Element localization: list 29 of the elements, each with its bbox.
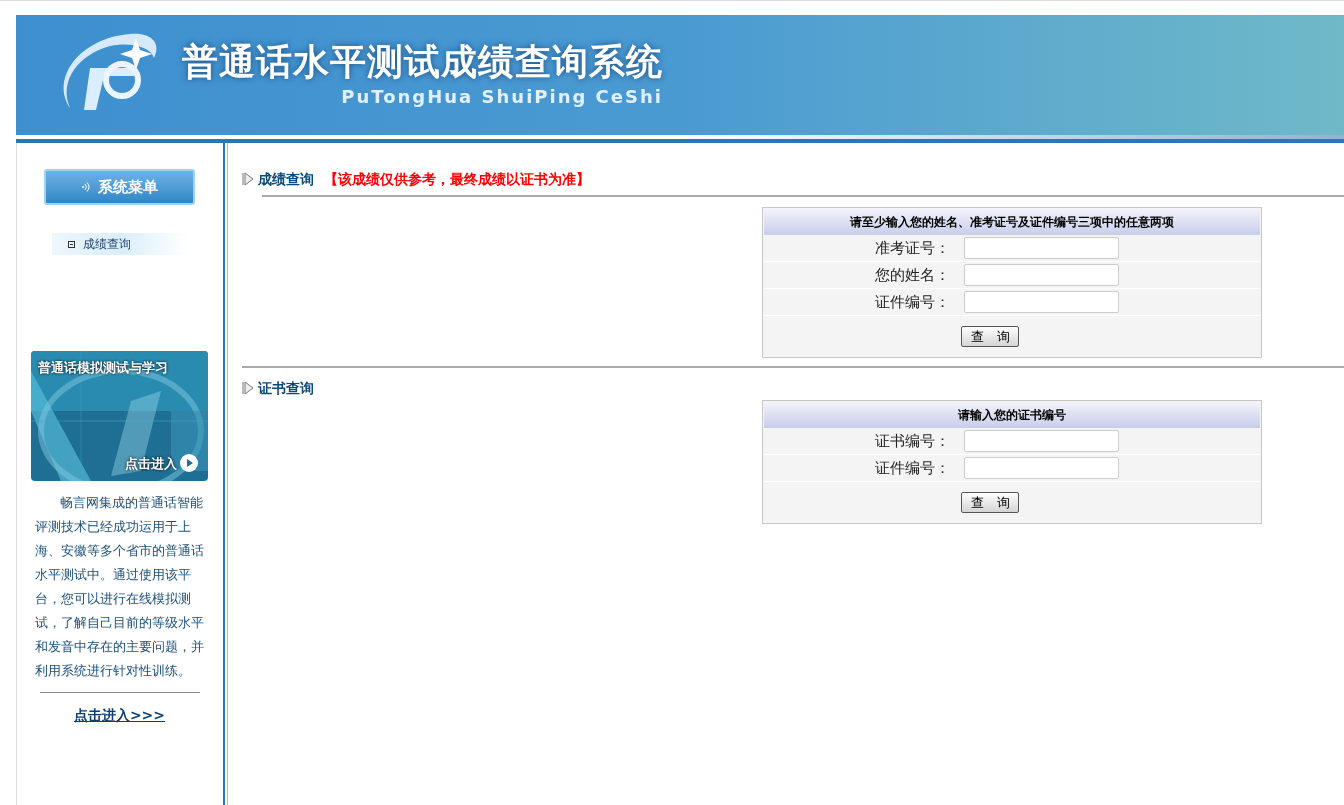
input-field[interactable]: [964, 430, 1119, 452]
sound-icon: [81, 182, 90, 192]
description-text: 畅言网集成的普通话智能评测技术已经成功运用于上海、安徽等多个省市的普通话水平测试中。通过使用该平台，您可以进行在线模拟测试，了解自己目前的等级水平和发音中存在的主要问题，并利用系统进行针对性训练。: [34, 494, 205, 680]
promo-title: 普通话模拟测试与学习: [38, 359, 168, 377]
arrow-icon: [242, 381, 254, 395]
input-field[interactable]: [964, 237, 1119, 259]
banner-title: 普通话水平测试成绩查询系统: [182, 44, 663, 80]
input-field[interactable]: [964, 264, 1119, 286]
field-label: 准考证号：: [874, 237, 951, 259]
query-button[interactable]: 查 询: [961, 325, 1019, 347]
banner-subtitle: PuTongHua ShuiPing CeShi: [341, 88, 663, 106]
notice-text: 【该成绩仅供参考，最终成绩以证书为准】: [324, 169, 590, 189]
section-title: 证书查询: [258, 378, 314, 398]
promo-link[interactable]: 点击进入: [125, 453, 177, 473]
input-field[interactable]: [964, 457, 1119, 479]
menu-header: 系统菜单: [44, 169, 195, 205]
field-label: 证件编号：: [874, 291, 951, 313]
query-button[interactable]: 查 询: [961, 491, 1019, 513]
bullet-icon: [67, 240, 75, 248]
arrow-icon: [242, 172, 254, 186]
input-field[interactable]: [964, 291, 1119, 313]
field-label: 证书编号：: [874, 430, 951, 452]
form-heading: 请输入您的证书编号: [764, 402, 1260, 428]
field-label: 您的姓名：: [874, 264, 951, 286]
field-label: 证件编号：: [874, 457, 951, 479]
enter-link[interactable]: 点击进入>>>: [73, 705, 166, 726]
form-heading: 请至少输入您的姓名、准考证号及证件编号三项中的任意两项: [764, 209, 1260, 235]
section-title: 成绩查询: [258, 169, 314, 189]
play-icon: [180, 454, 198, 473]
